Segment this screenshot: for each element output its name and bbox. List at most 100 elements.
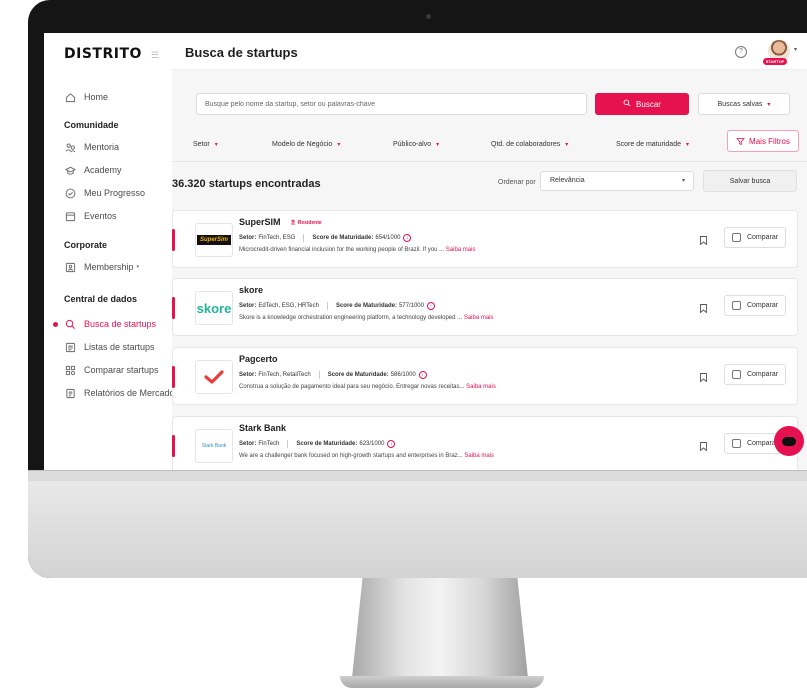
sidebar-item-comparar-startups[interactable]: Comparar startups xyxy=(64,362,159,378)
sidebar-item-label: Meu Progresso xyxy=(84,188,146,198)
saiba-mais-link[interactable]: Saiba mais xyxy=(464,315,494,321)
sidebar-item-busca-de-startups[interactable]: Busca de startups xyxy=(64,316,156,332)
more-filters-button[interactable]: Mais Filtros xyxy=(727,130,799,152)
saiba-mais-link[interactable]: Saiba mais xyxy=(464,453,494,459)
sidebar-item-eventos[interactable]: Eventos xyxy=(64,208,117,224)
sector-value: FinTech, RetailTech xyxy=(258,372,311,378)
startup-logo: Stark Bank xyxy=(195,429,233,463)
sidebar-item-mentoria[interactable]: Mentoria xyxy=(64,139,119,155)
compare-checkbox[interactable] xyxy=(731,301,741,310)
sidebar-item-meu-progresso[interactable]: Meu Progresso xyxy=(64,185,145,201)
chevron-down-icon[interactable]: ▾ xyxy=(794,46,797,53)
filter-qtd-colaboradores[interactable]: Qtd. de colaboradores ▾ xyxy=(491,141,568,148)
sidebar-item-membership[interactable]: Membership ▾ xyxy=(64,259,139,275)
meta-separator xyxy=(287,440,289,448)
filter-score-maturidade[interactable]: Score de maturidade ▾ xyxy=(616,141,689,148)
compare-button[interactable]: Comparar xyxy=(724,227,786,248)
sidebar-item-label: Busca de startups xyxy=(84,319,157,329)
startup-card[interactable]: SuperSim SuperSIM 🎗 Residente Setor: Fin… xyxy=(172,210,798,268)
chat-button[interactable] xyxy=(774,426,804,456)
distrito-logo[interactable]: DISTRITO xyxy=(64,46,142,62)
info-icon[interactable]: i xyxy=(426,302,435,310)
startup-name[interactable]: skore xyxy=(239,285,263,295)
startup-name[interactable]: Stark Bank xyxy=(239,423,286,433)
compare-checkbox[interactable] xyxy=(731,370,741,379)
startup-card[interactable]: Pagcerto Setor: FinTech, RetailTech Scor… xyxy=(172,347,798,405)
filter-label: Setor xyxy=(193,141,210,148)
search-button-label: Buscar xyxy=(636,99,661,109)
sector-value: FinTech xyxy=(258,441,280,447)
filter-modelo-de-negocio[interactable]: Modelo de Negócio ▾ xyxy=(272,141,340,148)
filter-label: Modelo de Negócio xyxy=(272,141,333,148)
startup-logo xyxy=(195,360,233,394)
startup-logo: SuperSim xyxy=(195,223,233,257)
compare-checkbox[interactable] xyxy=(731,233,741,242)
active-indicator xyxy=(53,322,58,327)
info-icon[interactable]: i xyxy=(418,371,427,379)
sidebar-item-label: Comparar startups xyxy=(84,365,159,375)
search-input[interactable] xyxy=(196,93,587,115)
search-button[interactable]: Buscar xyxy=(595,93,689,115)
sidebar-item-relatorios-de-mercado[interactable]: Relatórios de Mercado xyxy=(64,385,175,401)
sector-label: Setor: xyxy=(239,372,257,378)
compare-button[interactable]: Comparar xyxy=(724,295,786,316)
chevron-down-icon: ▾ xyxy=(136,264,140,270)
collapse-sidebar-icon[interactable]: ☰ xyxy=(151,51,161,60)
compare-checkbox[interactable] xyxy=(731,439,741,448)
score-label: Score de Maturidade: xyxy=(327,372,389,378)
info-icon[interactable]: i xyxy=(403,234,412,242)
sidebar-item-home[interactable]: Home xyxy=(64,89,108,105)
search-icon xyxy=(623,99,631,109)
monitor-chin xyxy=(28,470,807,578)
order-by-value: Relevância xyxy=(550,177,585,184)
sidebar-section-comunidade: Comunidade xyxy=(64,120,119,130)
compare-label: Comparar xyxy=(746,234,779,241)
saved-searches-button[interactable]: Buscas salvas ▾ xyxy=(698,93,790,115)
page-title: Busca de startups xyxy=(185,45,298,60)
sector-label: Setor: xyxy=(239,441,257,447)
sidebar-item-listas-de-startups[interactable]: Listas de startups xyxy=(64,339,155,355)
save-search-button[interactable]: Salvar busca xyxy=(703,170,797,192)
description-text: We are a challenger bank focused on high… xyxy=(239,453,463,459)
sidebar-section-central-de-dados: Central de dados xyxy=(64,294,138,304)
startup-description: Microcredit-driven financial inclusion f… xyxy=(239,247,475,253)
compare-button[interactable]: Comparar xyxy=(724,364,786,385)
order-by-select[interactable]: Relevância ▾ xyxy=(540,171,694,191)
avatar-badge: STARTUP xyxy=(763,58,787,65)
card-accent xyxy=(172,229,175,251)
startup-card[interactable]: skore skore Setor: EdTech, ESG, HRTech S… xyxy=(172,278,798,336)
sidebar-item-label: Relatórios de Mercado xyxy=(84,388,175,398)
grid-compare-icon xyxy=(64,364,76,376)
saiba-mais-link[interactable]: Saiba mais xyxy=(466,384,496,390)
sidebar-item-label: Academy xyxy=(84,165,122,175)
saved-searches-label: Buscas salvas xyxy=(717,100,763,108)
startup-description: Construa a solução de pagamento ideal pa… xyxy=(239,384,496,390)
filter-setor[interactable]: Setor ▾ xyxy=(193,141,218,148)
saiba-mais-link[interactable]: Saiba mais xyxy=(446,247,476,253)
supersim-logo-text: SuperSim xyxy=(199,237,228,243)
compare-label: Comparar xyxy=(746,302,779,309)
stark-bank-logo-text: Stark Bank xyxy=(201,443,227,449)
meta-separator xyxy=(318,371,320,379)
sidebar-item-academy[interactable]: Academy xyxy=(64,162,122,178)
startup-card[interactable]: Stark Bank Stark Bank Setor: FinTech Sco… xyxy=(172,416,798,470)
skore-logo-text: skore xyxy=(196,300,232,316)
bookmark-icon[interactable] xyxy=(700,232,707,246)
order-by-label: Ordenar por xyxy=(498,179,536,186)
search-icon xyxy=(64,318,76,330)
startup-name[interactable]: SuperSIM xyxy=(239,217,281,227)
caret-down-icon: ▾ xyxy=(565,142,569,148)
bookmark-icon[interactable] xyxy=(700,438,707,452)
help-icon[interactable]: ? xyxy=(735,46,747,58)
sidebar-item-label: Eventos xyxy=(84,211,117,221)
camera-dot xyxy=(426,14,431,19)
bookmark-icon[interactable] xyxy=(700,300,707,314)
bookmark-icon[interactable] xyxy=(700,369,707,383)
card-accent xyxy=(172,297,175,319)
filter-publico-alvo[interactable]: Público-alvo ▾ xyxy=(393,141,439,148)
score-value: 577/1000 xyxy=(398,303,424,309)
info-icon[interactable]: i xyxy=(387,440,396,448)
startup-name[interactable]: Pagcerto xyxy=(239,354,278,364)
description-text: Microcredit-driven financial inclusion f… xyxy=(239,247,445,253)
sector-label: Setor: xyxy=(239,235,257,241)
